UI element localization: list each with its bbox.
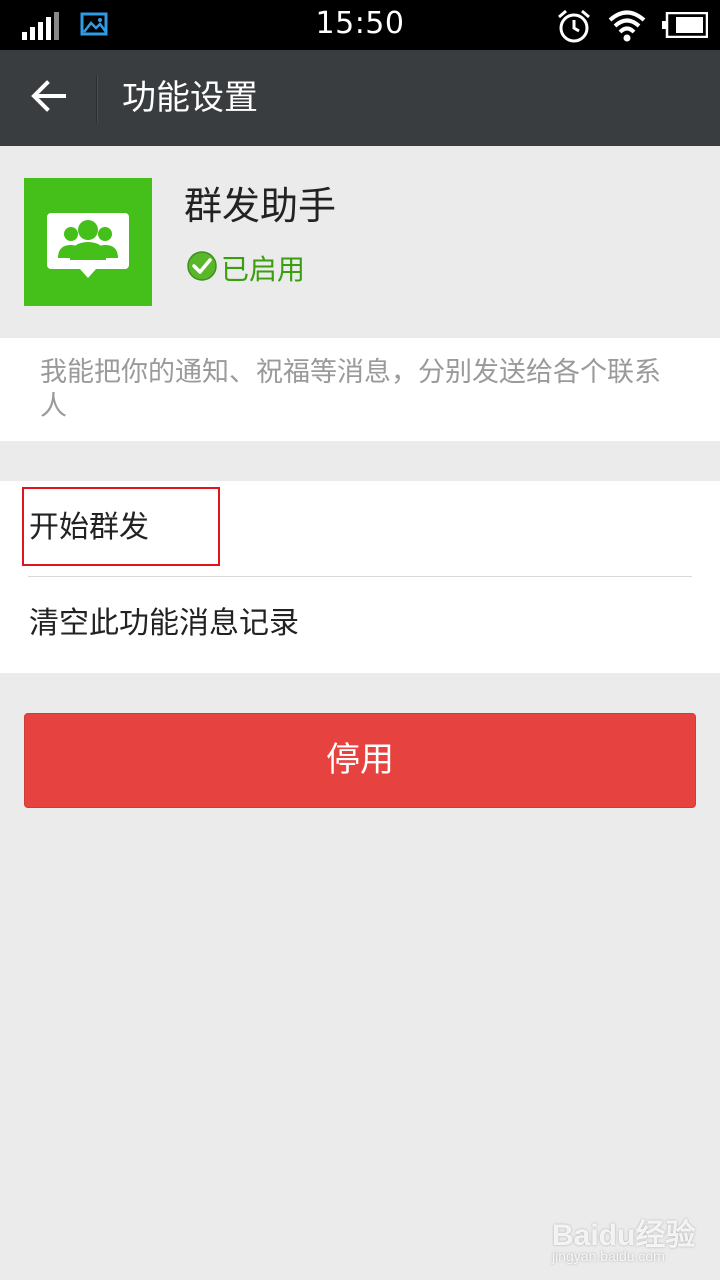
check-circle-icon <box>186 250 218 286</box>
plugin-name: 群发助手 <box>184 184 337 228</box>
back-arrow-icon <box>31 80 67 116</box>
menu-list: 开始群发 清空此功能消息记录 <box>0 481 720 673</box>
plugin-description: 我能把你的通知、祝福等消息，分别发送给各个联系人 <box>40 357 661 422</box>
status-label: 已启用 <box>221 253 306 286</box>
menu-item-label: 清空此功能消息记录 <box>29 606 299 641</box>
group-chat-icon <box>24 178 152 306</box>
start-broadcast-item[interactable]: 开始群发 <box>0 481 720 577</box>
back-button[interactable] <box>16 66 82 130</box>
description-card: 我能把你的通知、祝福等消息，分别发送给各个联系人 <box>0 338 720 441</box>
wifi-icon <box>608 8 646 46</box>
clear-history-item[interactable]: 清空此功能消息记录 <box>0 577 720 673</box>
battery-icon <box>662 11 709 42</box>
disable-button[interactable]: 停用 <box>24 713 696 808</box>
plugin-status: 已启用 <box>186 248 305 288</box>
baidu-watermark: Baidu经验 jingyan.baidu.com <box>552 1210 712 1276</box>
app-bar: 功能设置 <box>0 50 720 146</box>
alarm-icon <box>556 8 592 48</box>
highlight-annotation <box>22 487 220 566</box>
watermark-url: jingyan.baidu.com <box>552 1248 665 1264</box>
app-bar-divider <box>96 76 97 122</box>
page-title: 功能设置 <box>122 78 258 118</box>
status-bar: 15:50 <box>0 0 720 50</box>
